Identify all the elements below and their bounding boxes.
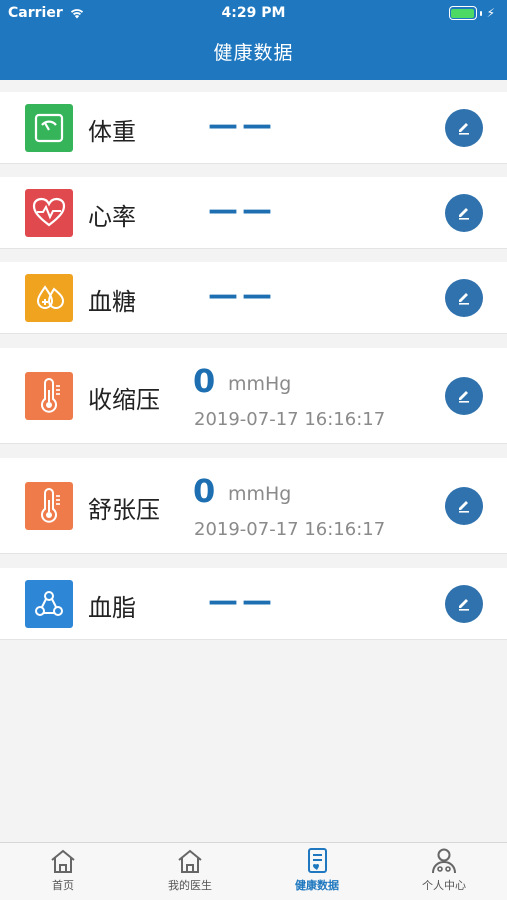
page-title: 健康数据: [213, 42, 294, 64]
tab-bar: 首页 我的医生 健康数据 个人中心: [0, 842, 507, 900]
health-row-systolic[interactable]: 收缩压 0 mmHg 2019-07-17 16:16:17: [0, 348, 507, 444]
empty-value: ——: [208, 584, 276, 619]
pencil-icon: [459, 123, 469, 135]
health-row-weight[interactable]: 体重 ——: [0, 92, 507, 164]
status-bar: Carrier 4:29 PM ⚡: [0, 0, 507, 28]
scale-icon: [25, 104, 73, 152]
tab-my-doctor[interactable]: 我的医生: [127, 847, 253, 900]
thermometer-icon: [25, 482, 73, 530]
tab-home[interactable]: 首页: [0, 847, 126, 900]
tab-label: 健康数据: [295, 879, 339, 892]
pencil-icon: [459, 208, 469, 220]
reading-unit: mmHg: [228, 373, 292, 395]
home-icon: [51, 849, 75, 873]
home-icon: [178, 849, 202, 873]
edit-button[interactable]: [445, 585, 483, 623]
battery-icon: ⚡: [448, 6, 495, 20]
pencil-icon: [459, 501, 469, 513]
edit-button[interactable]: [445, 194, 483, 232]
reading-unit: mmHg: [228, 483, 292, 505]
edit-button[interactable]: [445, 377, 483, 415]
pencil-icon: [459, 293, 469, 305]
tab-label: 个人中心: [422, 879, 466, 892]
empty-value: ——: [208, 278, 276, 313]
reading-timestamp: 2019-07-17 16:16:17: [194, 519, 386, 540]
pencil-icon: [459, 391, 469, 403]
row-label: 血糖: [88, 288, 136, 316]
header: Carrier 4:29 PM ⚡ 健康数据: [0, 0, 507, 80]
thermometer-icon: [25, 372, 73, 420]
reading-value: 0: [193, 472, 216, 510]
row-label: 心率: [88, 203, 136, 231]
tab-health-data[interactable]: 健康数据: [254, 847, 380, 900]
row-label: 血脂: [88, 594, 136, 622]
edit-button[interactable]: [445, 109, 483, 147]
health-row-heart-rate[interactable]: 心率 ——: [0, 177, 507, 249]
edit-button[interactable]: [445, 279, 483, 317]
health-row-blood-sugar[interactable]: 血糖 ——: [0, 262, 507, 334]
tab-label: 我的医生: [168, 879, 212, 892]
lipid-icon: [25, 580, 73, 628]
tab-label: 首页: [52, 879, 74, 892]
empty-value: ——: [208, 108, 276, 143]
row-label: 舒张压: [88, 496, 160, 524]
edit-button[interactable]: [445, 487, 483, 525]
person-icon: [432, 848, 456, 874]
empty-value: ——: [208, 193, 276, 228]
reading-timestamp: 2019-07-17 16:16:17: [194, 409, 386, 430]
reading-value: 0: [193, 362, 216, 400]
tab-personal-center[interactable]: 个人中心: [381, 847, 507, 900]
blood-drop-icon: [25, 274, 73, 322]
clock: 4:29 PM: [221, 5, 286, 21]
row-label: 收缩压: [88, 386, 160, 414]
document-icon: [308, 848, 327, 873]
pencil-icon: [459, 599, 469, 611]
row-label: 体重: [88, 118, 136, 146]
heart-rate-icon: [25, 189, 73, 237]
health-row-diastolic[interactable]: 舒张压 0 mmHg 2019-07-17 16:16:17: [0, 458, 507, 554]
health-row-lipids[interactable]: 血脂 ——: [0, 568, 507, 640]
